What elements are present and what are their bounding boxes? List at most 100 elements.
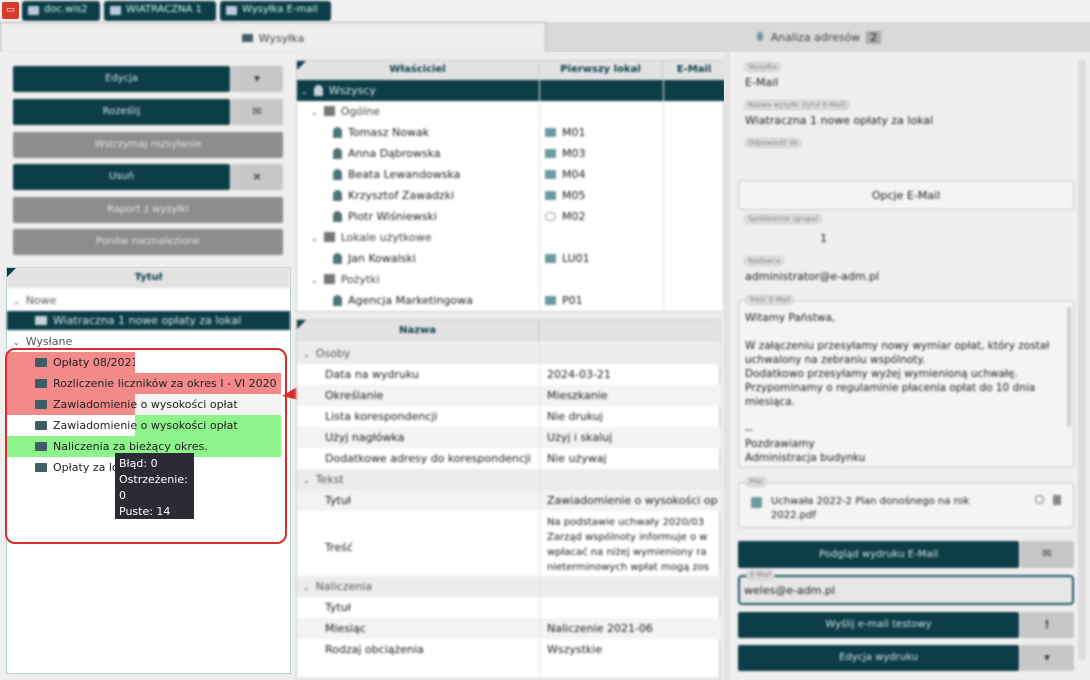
building-icon xyxy=(110,6,121,15)
section-tekst[interactable]: ⌄ Tekst xyxy=(297,469,721,490)
value-column-header[interactable] xyxy=(539,320,721,342)
email-body-field[interactable]: Treść E-Mail Witamy Państwa, W załączeni… xyxy=(738,295,1074,468)
property-key: Określanie xyxy=(325,389,384,402)
owner-row[interactable]: Tomasz Nowak xyxy=(297,122,725,143)
property-value: 2024-03-21 xyxy=(547,368,611,381)
group-label: Ogólne xyxy=(340,105,380,118)
group-sent-label: Wysłane xyxy=(25,335,73,348)
property-value: Nie używaj xyxy=(547,452,607,465)
unit-cell: M05 xyxy=(545,189,586,202)
owners-panel: Właściciel Pierwszy lokal E-Mail ⌄ Wszysc… xyxy=(296,60,725,313)
sender-label: Nadawca xyxy=(744,256,785,266)
group-row[interactable]: ⌄ Lokale użytkowe xyxy=(297,227,725,248)
building-tab[interactable]: WIATRACZNA 1 xyxy=(104,1,216,21)
owner-column-header[interactable]: Właściciel xyxy=(297,61,539,80)
delete-button[interactable]: Usuń xyxy=(13,164,230,190)
owner-row[interactable]: Jan Kowalski xyxy=(297,248,725,269)
delete-attachment-icon[interactable] xyxy=(1053,495,1061,505)
body-line: uchwalony na zebraniu wspólnoty. xyxy=(745,354,926,366)
stop-sending-button[interactable]: Wstrzymaj rozsyłanie xyxy=(13,132,283,158)
search-icon[interactable] xyxy=(1035,495,1044,504)
corner-marker-icon xyxy=(297,61,306,70)
group-label: Pożytki xyxy=(340,273,380,286)
type-field[interactable]: Wysyłka E-Mail xyxy=(738,62,1074,92)
property-key: Użyj nagłówka xyxy=(325,431,405,444)
chevron-down-icon: ⌄ xyxy=(311,234,318,243)
email-tab-label: Wysyłka E-mail xyxy=(242,4,318,15)
list-item-label: Wiatraczna 1 nowe opłaty za lokal xyxy=(53,314,242,327)
test-email-value: weles@e-adm.pl xyxy=(744,584,836,597)
name-column-header[interactable]: Nazwa xyxy=(297,320,539,342)
body-line: Przypominamy o regulaminie płacenia opła… xyxy=(745,382,1036,394)
edit-print-option-button[interactable]: ▾ xyxy=(1020,645,1074,671)
owner-name: Tomasz Nowak xyxy=(348,126,430,139)
attachments-field[interactable]: Pliki Uchwała 2022-2 Plan donośnego na r… xyxy=(738,477,1074,528)
resend-button[interactable]: Ponów nieznalezione xyxy=(13,229,283,255)
property-row[interactable]: Dodatkowe adresy do korespondencji xyxy=(297,448,721,469)
reply-to-field[interactable]: Odpowiedź do xyxy=(738,138,1074,170)
chevron-down-icon: ⌄ xyxy=(311,108,318,117)
send-mail-option-button[interactable]: ✉ xyxy=(231,99,283,125)
property-row[interactable]: Data na wydruku xyxy=(297,364,721,385)
mail-icon xyxy=(226,6,237,15)
house-icon xyxy=(545,296,556,305)
send-test-email-button[interactable]: Wyślij e-mail testowy xyxy=(738,612,1019,638)
edit-dropdown-button[interactable]: ▾ xyxy=(231,66,283,92)
section-naliczenia[interactable]: ⌄ Naliczenia xyxy=(297,576,721,597)
report-button[interactable]: Raport z wysyłki xyxy=(13,197,283,223)
tab-address-label: Analiza adresów xyxy=(770,31,861,44)
body-line: Na podstawie uchwały 2020/03 xyxy=(547,517,705,528)
person-icon xyxy=(333,211,342,222)
property-row[interactable]: Użyj nagłówka xyxy=(297,427,721,448)
sender-value: administrator@e-adm.pl xyxy=(745,270,880,283)
corner-marker-icon xyxy=(297,320,306,329)
property-row[interactable]: Lista korespondencji xyxy=(297,406,721,427)
title-column-header[interactable]: Tytuł xyxy=(7,268,290,288)
email-preview-option-button[interactable]: ✉ xyxy=(1020,541,1074,568)
test-email-input[interactable]: E-Mail weles@e-adm.pl xyxy=(738,570,1074,605)
group-all[interactable]: ⌄ Wszyscy xyxy=(297,80,725,101)
tab-send[interactable]: Wysyłka xyxy=(0,22,546,52)
building-tab-label: WIATRACZNA 1 xyxy=(126,4,202,15)
group-count-field[interactable]: Spółdzielnie (grupa) 1 xyxy=(738,214,1074,248)
property-row[interactable]: Określanie xyxy=(297,385,721,406)
group-row[interactable]: ⌄ Pożytki xyxy=(297,269,725,290)
section-osoby[interactable]: ⌄ Osoby xyxy=(297,343,721,364)
owner-row[interactable]: Piotr Wiśniewski xyxy=(297,206,725,227)
subject-field[interactable]: Nazwa wysyłki (tytuł E-Mail) Wiatraczna … xyxy=(738,100,1074,132)
send-test-option-button[interactable]: ! xyxy=(1020,612,1074,638)
body-scrollbar[interactable] xyxy=(1067,307,1071,427)
body-line: Administracja budynku xyxy=(745,452,866,464)
email-tab[interactable]: Wysyłka E-mail xyxy=(220,1,331,21)
unit-code: M01 xyxy=(562,126,586,139)
owner-row[interactable]: Anna Dąbrowska xyxy=(297,143,725,164)
panel-separator xyxy=(724,52,730,679)
property-row[interactable]: Miesiąc xyxy=(297,618,721,639)
tab-send-label: Wysyłka xyxy=(258,32,305,45)
sender-field[interactable]: Nadawca administrator@e-adm.pl xyxy=(738,256,1074,288)
email-preview-button[interactable]: Podgląd wydruku E-Mail xyxy=(738,541,1019,568)
property-row[interactable]: Tytuł xyxy=(297,597,721,618)
group-new[interactable]: ⌄ Nowe xyxy=(7,290,290,311)
group-count-label: Spółdzielnie (grupa) xyxy=(744,214,823,224)
first-unit-column-header[interactable]: Pierwszy lokal xyxy=(539,61,663,80)
owner-row[interactable]: Beata Lewandowska xyxy=(297,164,725,185)
email-options-button[interactable]: Opcje E-Mail xyxy=(738,180,1074,210)
edit-print-button[interactable]: Edycja wydruku xyxy=(738,645,1019,671)
group-row[interactable]: ⌄ Ogólne xyxy=(297,101,725,122)
property-row[interactable]: Rodzaj obciążenia xyxy=(297,639,721,660)
pin-icon xyxy=(756,32,763,41)
tab-address-analysis[interactable]: Analiza adresów 2 xyxy=(548,22,1090,52)
send-button[interactable]: Roześlij xyxy=(13,99,230,125)
owner-row[interactable]: Krzysztof Zawadzki xyxy=(297,185,725,206)
email-column-header[interactable]: E-Mail xyxy=(663,61,725,80)
doc-tab[interactable]: doc.wis2 xyxy=(22,1,100,21)
person-icon xyxy=(333,190,342,201)
right-scrollbar[interactable] xyxy=(1078,60,1086,660)
list-item-new[interactable]: Wiatraczna 1 nowe opłaty za lokal xyxy=(7,311,290,330)
group-all-label: Wszyscy xyxy=(328,84,376,97)
body-line: wpłacać na niżej wymieniony ra xyxy=(547,547,707,558)
owner-row[interactable]: Agencja Marketingowa xyxy=(297,290,725,311)
delete-option-button[interactable]: × xyxy=(231,164,283,190)
edit-button[interactable]: Edycja xyxy=(13,66,230,92)
